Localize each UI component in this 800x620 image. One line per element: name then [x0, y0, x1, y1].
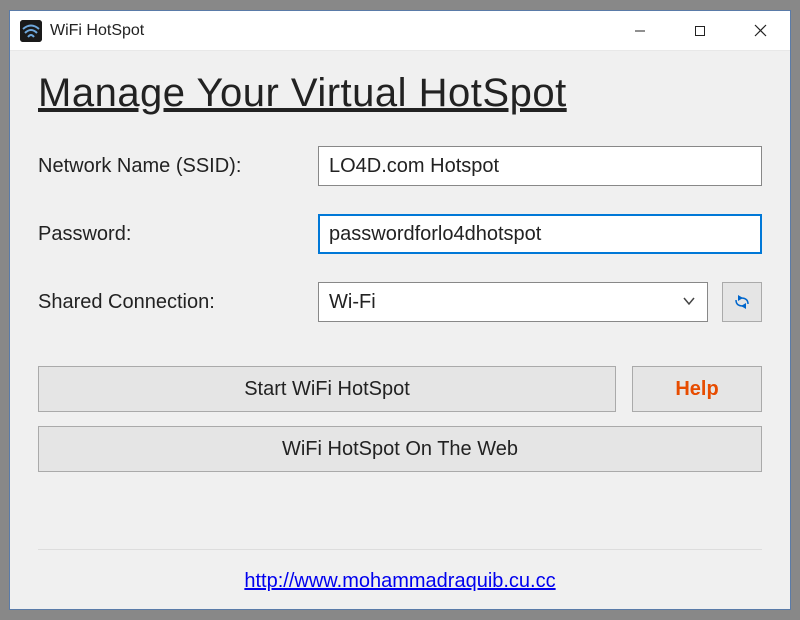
refresh-icon: [731, 291, 753, 313]
ssid-label: Network Name (SSID):: [38, 155, 318, 178]
maximize-button[interactable]: [670, 11, 730, 51]
password-row: Password:: [38, 214, 762, 254]
shared-connection-row: Shared Connection: Wi-Fi: [38, 282, 762, 322]
refresh-button[interactable]: [722, 282, 762, 322]
close-button[interactable]: [730, 11, 790, 51]
titlebar: WiFi HotSpot: [10, 11, 790, 51]
ssid-row: Network Name (SSID):: [38, 146, 762, 186]
maximize-icon: [694, 25, 706, 37]
footer-link[interactable]: http://www.mohammadraquib.cu.cc: [244, 570, 555, 592]
window-title: WiFi HotSpot: [50, 22, 144, 40]
minimize-icon: [634, 25, 646, 37]
page-title: Manage Your Virtual HotSpot: [38, 71, 762, 116]
primary-button-row: Start WiFi HotSpot Help: [38, 366, 762, 412]
web-button[interactable]: WiFi HotSpot On The Web: [38, 426, 762, 472]
app-window: WiFi HotSpot Manage Your Virtual HotSpot…: [9, 10, 791, 610]
close-icon: [754, 24, 767, 37]
wifi-hotspot-icon: [20, 20, 42, 42]
password-label: Password:: [38, 223, 318, 246]
minimize-button[interactable]: [610, 11, 670, 51]
help-button[interactable]: Help: [632, 366, 762, 412]
password-input[interactable]: [318, 214, 762, 254]
ssid-input[interactable]: [318, 146, 762, 186]
start-hotspot-button[interactable]: Start WiFi HotSpot: [38, 366, 616, 412]
footer: http://www.mohammadraquib.cu.cc: [38, 549, 762, 599]
shared-connection-select[interactable]: Wi-Fi: [318, 282, 708, 322]
content-area: Manage Your Virtual HotSpot Network Name…: [10, 51, 790, 609]
shared-connection-label: Shared Connection:: [38, 291, 318, 314]
